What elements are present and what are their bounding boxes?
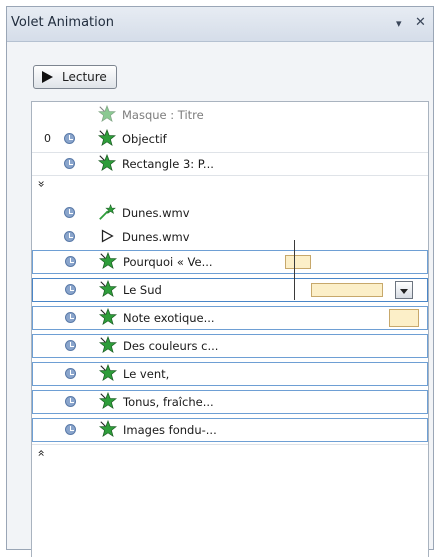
animation-item[interactable]: Masque : Titre (32, 104, 428, 128)
animation-item[interactable]: Dunes.wmv (32, 226, 428, 250)
timeline-marker-line (294, 240, 295, 300)
star-effect-icon (99, 420, 117, 438)
clock-icon (65, 340, 76, 351)
animation-item[interactable]: Le vent, (32, 362, 428, 386)
animation-item-label: Dunes.wmv (122, 230, 190, 244)
animation-item[interactable]: Images fondu-... (32, 418, 428, 442)
animation-item[interactable]: Tonus, fraîche... (32, 390, 428, 414)
animation-item[interactable]: Pourquoi « Ve... (32, 250, 428, 274)
animation-item[interactable]: Dunes.wmv (32, 202, 428, 226)
play-button[interactable]: Lecture (33, 65, 117, 89)
animation-item-label: Le Sud (123, 283, 162, 297)
close-icon[interactable]: ✕ (415, 15, 426, 30)
star-effect-icon (98, 105, 116, 123)
collapse-row[interactable]: « (32, 444, 428, 462)
play-button-label: Lecture (62, 70, 107, 84)
animation-item[interactable]: Rectangle 3: P... (32, 152, 428, 176)
clock-icon (64, 231, 75, 242)
clock-icon (64, 207, 75, 218)
animation-item-selected[interactable]: Le Sud (32, 278, 428, 302)
animation-item[interactable]: Note exotique... (32, 306, 428, 330)
star-effect-icon (98, 154, 116, 172)
animation-order-number: 0 (44, 132, 51, 145)
star-effect-icon (99, 364, 117, 382)
item-options-dropdown-button[interactable] (395, 281, 413, 299)
animation-list: Masque : Titre 0 Objectif Rectangle 3: P… (31, 101, 429, 557)
animation-item-label: Le vent, (123, 367, 170, 381)
clock-icon (65, 396, 76, 407)
animation-item-label: Pourquoi « Ve... (123, 255, 213, 269)
motion-path-star-icon (99, 204, 116, 220)
star-effect-icon (99, 308, 117, 326)
star-effect-icon (98, 129, 116, 147)
animation-item[interactable]: Des couleurs c... (32, 334, 428, 358)
animation-item-label: Dunes.wmv (122, 206, 190, 220)
animation-item-label: Masque : Titre (122, 108, 204, 122)
clock-icon (65, 284, 76, 295)
timeline-bar[interactable] (311, 283, 383, 297)
clock-icon (65, 312, 76, 323)
animation-pane: Volet Animation ▾ ✕ Lecture Masque : Tit… (6, 6, 434, 557)
clock-icon (64, 133, 75, 144)
animation-item-label: Objectif (122, 132, 167, 146)
animation-item[interactable]: 0 Objectif (32, 128, 428, 152)
star-effect-icon (99, 252, 117, 270)
animation-item-label: Rectangle 3: P... (122, 157, 214, 171)
pane-titlebar: Volet Animation ▾ ✕ (7, 7, 433, 42)
expand-chevron-icon[interactable]: » (35, 180, 49, 187)
clock-icon (65, 368, 76, 379)
animation-item-label: Images fondu-... (123, 423, 217, 437)
pane-options-dropdown-icon[interactable]: ▾ (396, 17, 402, 30)
clock-icon (65, 424, 76, 435)
clock-icon (64, 158, 75, 169)
animation-item-label: Tonus, fraîche... (123, 395, 214, 409)
play-icon (42, 71, 53, 83)
animation-item-label: Note exotique... (123, 311, 215, 325)
pane-title: Volet Animation (11, 15, 114, 30)
play-outline-icon (101, 229, 114, 243)
star-effect-icon (99, 280, 117, 298)
star-effect-icon (99, 392, 117, 410)
star-effect-icon (99, 336, 117, 354)
timeline-bar[interactable] (285, 255, 311, 269)
collapse-chevron-icon[interactable]: « (35, 449, 49, 456)
clock-icon (65, 256, 76, 267)
expand-row[interactable]: » (32, 176, 428, 194)
animation-item-label: Des couleurs c... (123, 339, 219, 353)
timeline-bar[interactable] (389, 309, 419, 327)
